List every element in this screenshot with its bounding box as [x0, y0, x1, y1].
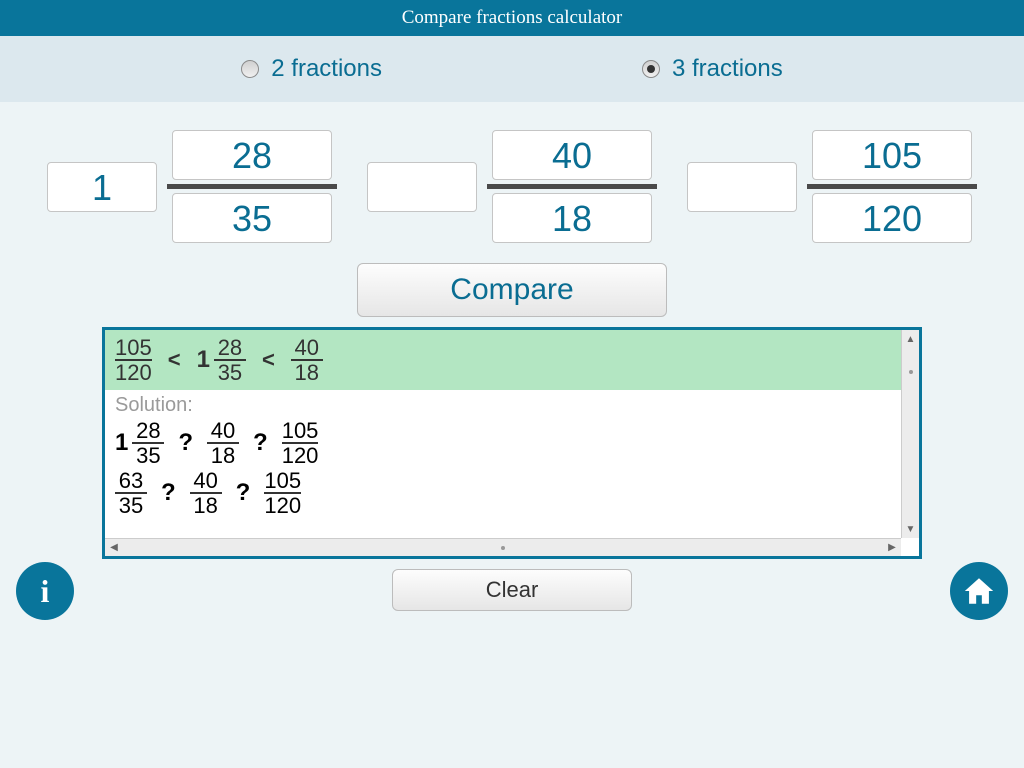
- fraction-input-3: 105 120: [687, 130, 977, 243]
- page-title: Compare fractions calculator: [0, 0, 1024, 36]
- fraction-bar-1: [167, 184, 337, 189]
- vertical-scrollbar[interactable]: ▲ ▼: [901, 330, 919, 538]
- radio-label-2: 2 fractions: [271, 55, 382, 83]
- solution-step-1: 1 2835 ? 4018 ? 105120: [105, 419, 919, 467]
- compare-button[interactable]: Compare: [357, 263, 667, 317]
- less-than-1: <: [168, 347, 181, 373]
- less-than-2: <: [262, 347, 275, 373]
- info-icon: i: [41, 573, 50, 610]
- mode-radio-bar: 2 fractions 3 fractions: [0, 36, 1024, 102]
- fraction-input-2: 40 18: [367, 130, 657, 243]
- whole-input-3[interactable]: [687, 162, 797, 212]
- info-button[interactable]: i: [16, 562, 74, 620]
- result-panel: 105120 < 1 2835 < 4018 Solution: 1 2835 …: [102, 327, 922, 559]
- numerator-input-3[interactable]: 105: [812, 130, 972, 180]
- home-icon: [962, 574, 996, 608]
- clear-button[interactable]: Clear: [392, 569, 632, 611]
- result-frac-2: 1 2835: [197, 336, 246, 384]
- radio-circle-2[interactable]: [241, 60, 259, 78]
- result-frac-3: 4018: [291, 336, 323, 384]
- denominator-input-3[interactable]: 120: [812, 193, 972, 243]
- result-ordered-row: 105120 < 1 2835 < 4018: [105, 330, 919, 390]
- whole-input-2[interactable]: [367, 162, 477, 212]
- scroll-left-icon[interactable]: ◀: [105, 539, 123, 556]
- radio-circle-3[interactable]: [642, 60, 660, 78]
- denominator-input-2[interactable]: 18: [492, 193, 652, 243]
- result-content: 105120 < 1 2835 < 4018 Solution: 1 2835 …: [105, 330, 919, 556]
- result-frac-1: 105120: [115, 336, 152, 384]
- fraction-inputs-row: 1 28 35 40 18 105 120: [0, 130, 1024, 243]
- numerator-input-2[interactable]: 40: [492, 130, 652, 180]
- whole-input-1[interactable]: 1: [47, 162, 157, 212]
- solution-step-2: 6335 ? 4018 ? 105120: [105, 469, 919, 517]
- radio-2-fractions[interactable]: 2 fractions: [241, 55, 382, 83]
- scroll-down-icon[interactable]: ▼: [902, 520, 919, 538]
- fraction-bar-2: [487, 184, 657, 189]
- radio-label-3: 3 fractions: [672, 55, 783, 83]
- fraction-input-1: 1 28 35: [47, 130, 337, 243]
- scroll-right-icon[interactable]: ▶: [883, 539, 901, 556]
- fraction-bar-3: [807, 184, 977, 189]
- horizontal-scrollbar[interactable]: ◀ ▶: [105, 538, 901, 556]
- solution-label: Solution:: [105, 390, 919, 417]
- radio-3-fractions[interactable]: 3 fractions: [642, 55, 783, 83]
- denominator-input-1[interactable]: 35: [172, 193, 332, 243]
- numerator-input-1[interactable]: 28: [172, 130, 332, 180]
- home-button[interactable]: [950, 562, 1008, 620]
- scroll-up-icon[interactable]: ▲: [902, 330, 919, 348]
